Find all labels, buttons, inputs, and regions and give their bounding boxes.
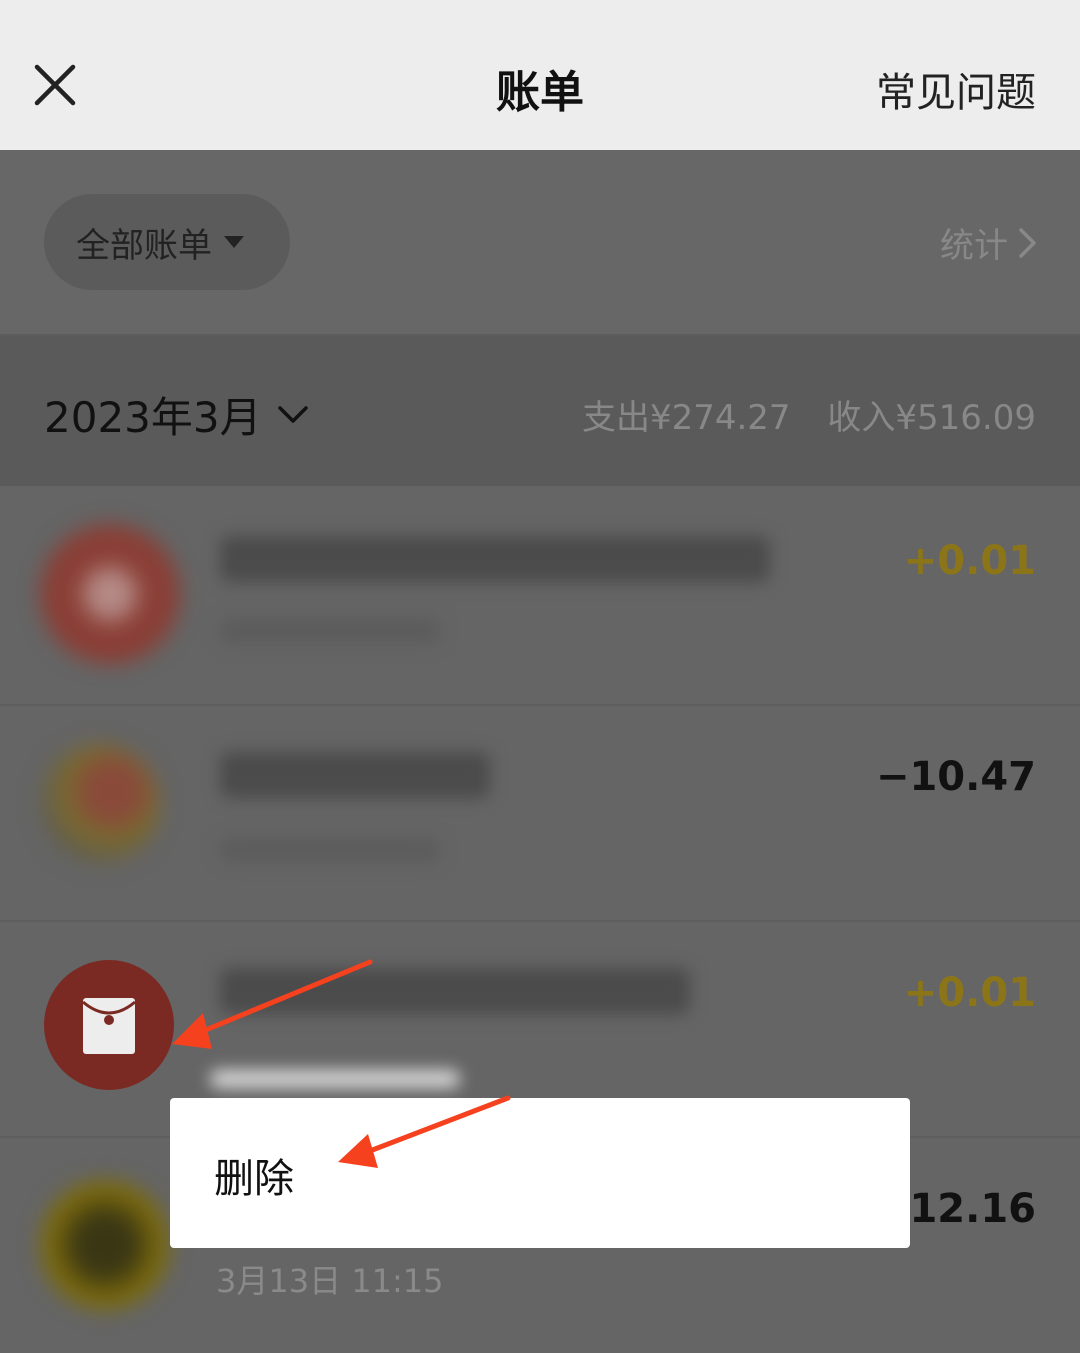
stats-link[interactable]: 统计 — [940, 218, 1040, 267]
income-total: 收入¥516.09 — [827, 398, 1036, 438]
faq-link[interactable]: 常见问题 — [876, 60, 1036, 118]
blurred-transaction-time — [220, 838, 440, 862]
month-summary: 支出¥274.27 收入¥516.09 — [556, 390, 1036, 439]
transaction-row[interactable]: +0.01 — [0, 488, 1080, 706]
merchant-avatar — [40, 1180, 170, 1310]
context-menu: 删除 — [170, 1098, 910, 1248]
chevron-right-icon — [1019, 227, 1036, 258]
red-packet-icon — [82, 998, 136, 1054]
month-header: 2023年3月 支出¥274.27 收入¥516.09 — [0, 336, 1080, 486]
bill-filter-dropdown[interactable]: 全部账单 — [44, 194, 290, 290]
red-packet-avatar — [44, 960, 174, 1090]
caret-down-icon — [224, 236, 244, 248]
transaction-amount: −10.47 — [875, 754, 1036, 800]
merchant-avatar — [40, 524, 180, 664]
blurred-transaction-time — [210, 1070, 460, 1088]
delete-menu-item[interactable]: 删除 — [214, 1146, 294, 1204]
transaction-row[interactable]: −10.47 — [0, 704, 1080, 922]
transaction-time: 3月13日 11:15 — [216, 1262, 444, 1300]
stats-label: 统计 — [940, 226, 1008, 266]
chevron-down-icon — [277, 405, 308, 423]
merchant-avatar — [40, 744, 160, 864]
transaction-amount: +0.01 — [903, 970, 1036, 1016]
bill-filter-label: 全部账单 — [76, 225, 212, 266]
blurred-merchant-name — [220, 536, 770, 582]
expense-total: 支出¥274.27 — [581, 398, 791, 438]
blurred-merchant-name — [220, 968, 690, 1014]
blurred-transaction-time — [220, 618, 440, 644]
filter-bar: 全部账单 统计 — [0, 150, 1080, 336]
blurred-merchant-name — [220, 752, 490, 798]
transaction-amount: +0.01 — [903, 538, 1036, 584]
month-picker[interactable]: 2023年3月 — [44, 384, 310, 445]
month-label: 2023年3月 — [44, 393, 262, 442]
nav-bar: 账单 常见问题 — [0, 0, 1080, 150]
